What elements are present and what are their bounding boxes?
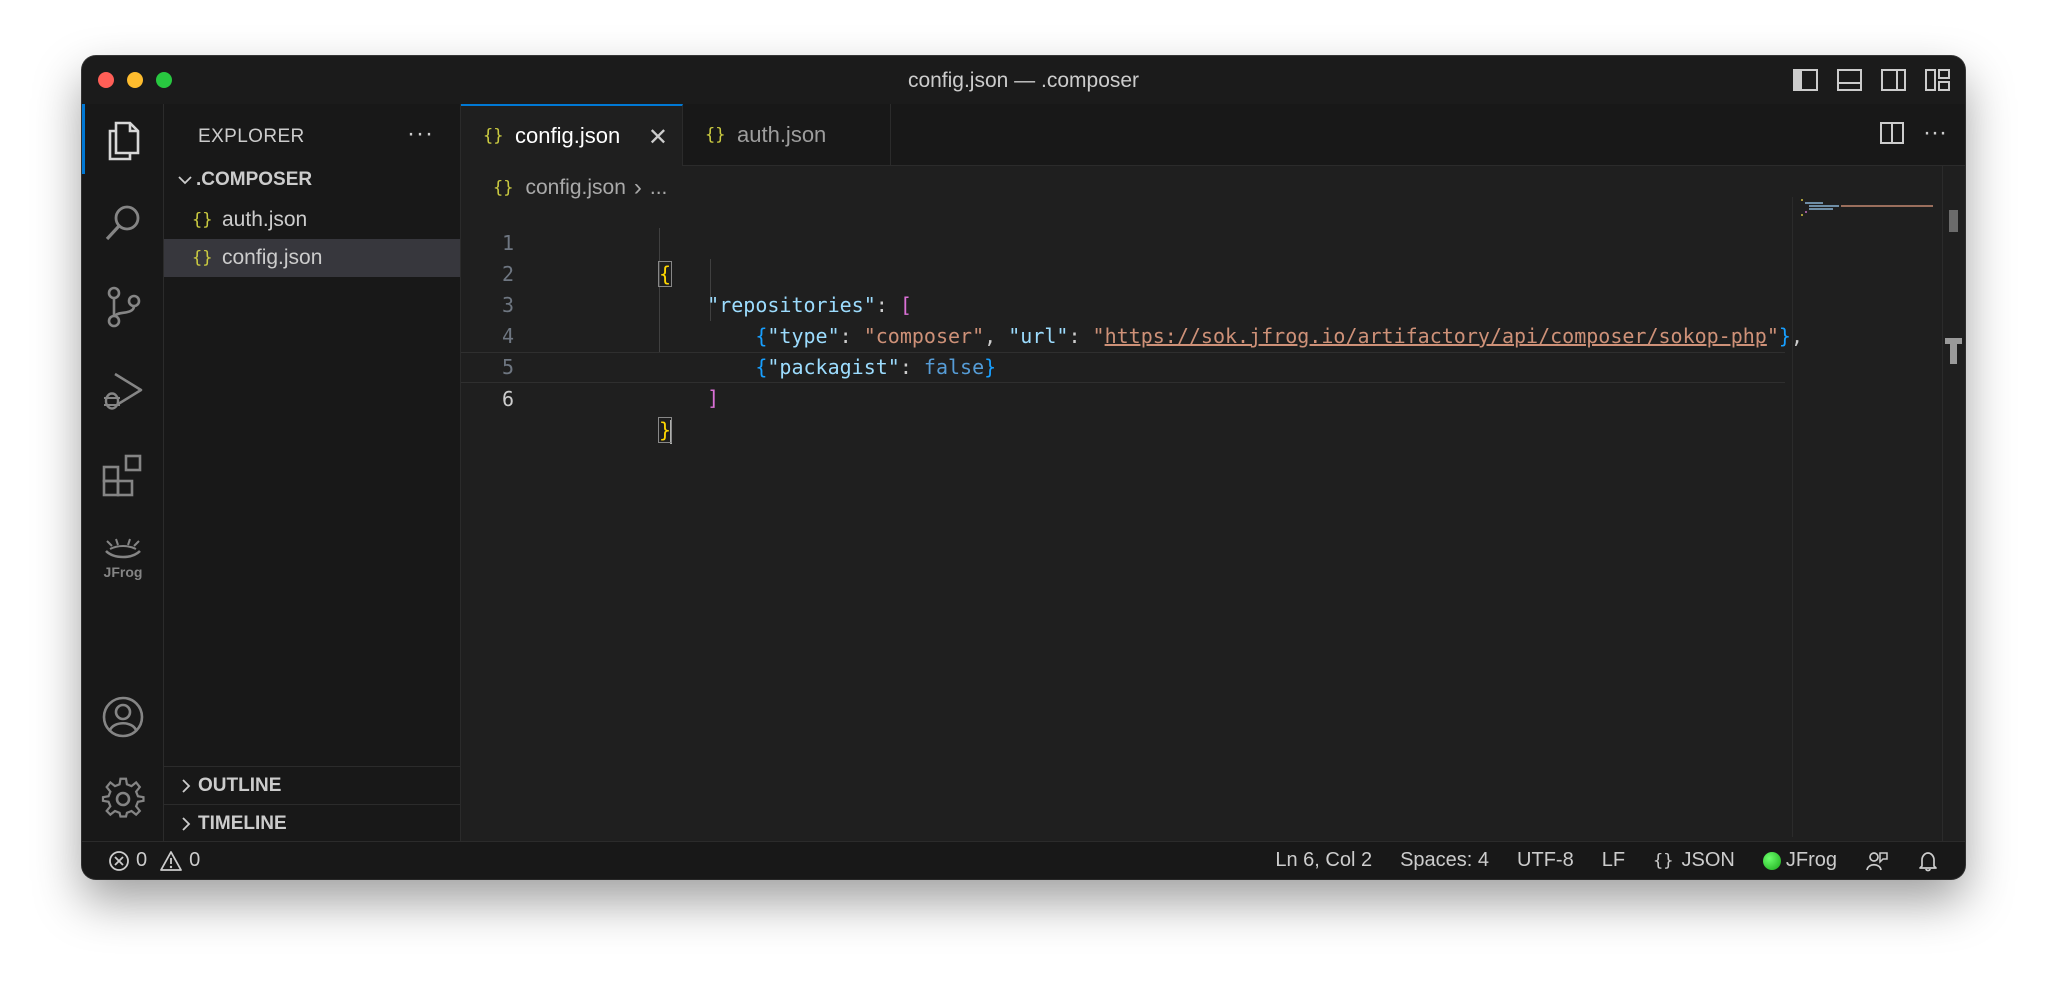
toggle-panel-icon[interactable]	[1836, 67, 1863, 93]
code-line-current: 6 }	[461, 352, 1785, 444]
outline-label: OUTLINE	[198, 774, 282, 796]
explorer-sidebar: EXPLORER ··· .COMPOSER {} auth.json {} c…	[164, 104, 461, 842]
encoding-status[interactable]: UTF-8	[1517, 849, 1574, 872]
jfrog-status[interactable]: JFrog	[1762, 849, 1837, 872]
tab-auth-json[interactable]: {} auth.json	[683, 104, 891, 165]
code-line: 5 ]	[461, 321, 1785, 410]
json-file-icon: {}	[705, 124, 726, 145]
search-icon	[105, 205, 139, 241]
outline-section[interactable]: OUTLINE	[164, 766, 460, 804]
status-bar: 0 0 Ln 6, Col 2 Spaces: 4 UTF-8 LF {} JS…	[82, 841, 1965, 879]
code-line: 1 {	[461, 197, 1785, 287]
jfrog-label: JFrog	[1785, 849, 1837, 871]
language-mode-status[interactable]: {} JSON	[1653, 849, 1735, 872]
vscode-window: config.json — .composer JFrog EXPLORER ·…	[82, 56, 1965, 879]
toggle-secondary-sidebar-icon[interactable]	[1880, 67, 1907, 93]
files-icon	[108, 121, 140, 161]
minimap-preview	[1801, 199, 1933, 216]
code-line: 4 {"packagist": false}	[461, 290, 1785, 379]
warning-count: 0	[189, 849, 201, 871]
title-bar: config.json — .composer	[82, 56, 1965, 105]
code-line: 2 "repositories": [	[461, 228, 1785, 317]
minimap[interactable]	[1792, 197, 1943, 837]
chevron-right-icon	[182, 778, 191, 793]
problems-status[interactable]: 0 0	[108, 842, 200, 879]
text-cursor	[670, 419, 673, 444]
file-name: auth.json	[222, 208, 308, 231]
activity-source-control[interactable]	[82, 272, 163, 342]
chevron-down-icon	[178, 176, 192, 185]
bell-icon[interactable]	[1917, 850, 1939, 872]
split-editor-icon[interactable]	[1879, 121, 1905, 145]
activity-bar: JFrog	[82, 104, 164, 842]
error-icon	[109, 850, 129, 871]
activity-accounts[interactable]	[82, 682, 163, 752]
json-file-icon: {}	[493, 178, 514, 198]
indentation-status[interactable]: Spaces: 4	[1400, 849, 1489, 872]
file-name: config.json	[222, 246, 323, 269]
tab-label: auth.json	[737, 121, 827, 147]
customize-layout-icon[interactable]	[1924, 67, 1951, 93]
activity-search[interactable]	[82, 188, 163, 258]
code-line: 3 {"type": "composer", "url": "https://s…	[461, 259, 1803, 348]
error-count: 0	[136, 849, 148, 871]
tab-config-json[interactable]: {} config.json ✕	[461, 104, 683, 166]
activity-run-debug[interactable]	[82, 356, 163, 426]
feedback-icon[interactable]	[1865, 850, 1889, 872]
json-file-icon: {}	[192, 248, 213, 268]
activity-extensions[interactable]	[82, 440, 163, 510]
json-file-icon: {}	[192, 210, 213, 230]
activity-explorer[interactable]	[82, 104, 163, 174]
tabs-bar: {} config.json ✕ {} auth.json ···	[461, 104, 1965, 166]
timeline-section[interactable]: TIMELINE	[164, 804, 460, 842]
jfrog-icon: JFrog	[103, 538, 142, 580]
file-item-config-json[interactable]: {} config.json	[164, 239, 460, 277]
cursor-position-marker	[1945, 338, 1962, 364]
line-number: 6	[501, 387, 514, 411]
folder-composer[interactable]: .COMPOSER	[164, 162, 460, 198]
green-circle-icon	[1762, 851, 1781, 870]
cursor-position-status[interactable]: Ln 6, Col 2	[1275, 849, 1372, 872]
jfrog-icon-label: JFrog	[103, 564, 142, 580]
close-tab-button[interactable]: ✕	[648, 123, 668, 152]
chevron-right-icon	[182, 816, 191, 831]
editor-more-actions-button[interactable]: ···	[1923, 119, 1947, 147]
window-title: config.json — .composer	[907, 69, 1140, 92]
explorer-more-actions-button[interactable]: ···	[407, 120, 434, 148]
gear-icon	[101, 777, 145, 818]
run-debug-icon	[103, 372, 142, 410]
folder-name: .COMPOSER	[196, 169, 313, 190]
toggle-primary-sidebar-icon[interactable]	[1792, 67, 1819, 93]
file-item-auth-json[interactable]: {} auth.json	[164, 201, 460, 239]
source-control-icon	[107, 286, 140, 328]
editor-area: {} config.json ✕ {} auth.json ··· {} con…	[461, 104, 1965, 842]
extensions-icon	[102, 454, 141, 497]
eol-status[interactable]: LF	[1602, 849, 1625, 872]
json-language-icon: {}	[1653, 850, 1674, 871]
scroll-thumb[interactable]	[1949, 210, 1958, 232]
account-icon	[102, 696, 143, 738]
language-label: JSON	[1681, 849, 1735, 871]
timeline-label: TIMELINE	[198, 812, 287, 834]
json-file-icon: {}	[483, 126, 504, 146]
activity-manage[interactable]	[82, 764, 163, 834]
code-editor[interactable]: 1 { 2 "repositories": [ 3 {"type": "comp…	[461, 197, 1803, 597]
json-bracket: ]	[707, 386, 720, 410]
activity-jfrog[interactable]: JFrog	[82, 524, 163, 594]
warning-icon	[160, 850, 183, 871]
tab-label: config.json	[515, 123, 621, 148]
vertical-scrollbar[interactable]	[1942, 165, 1965, 842]
explorer-title: EXPLORER	[198, 126, 305, 147]
